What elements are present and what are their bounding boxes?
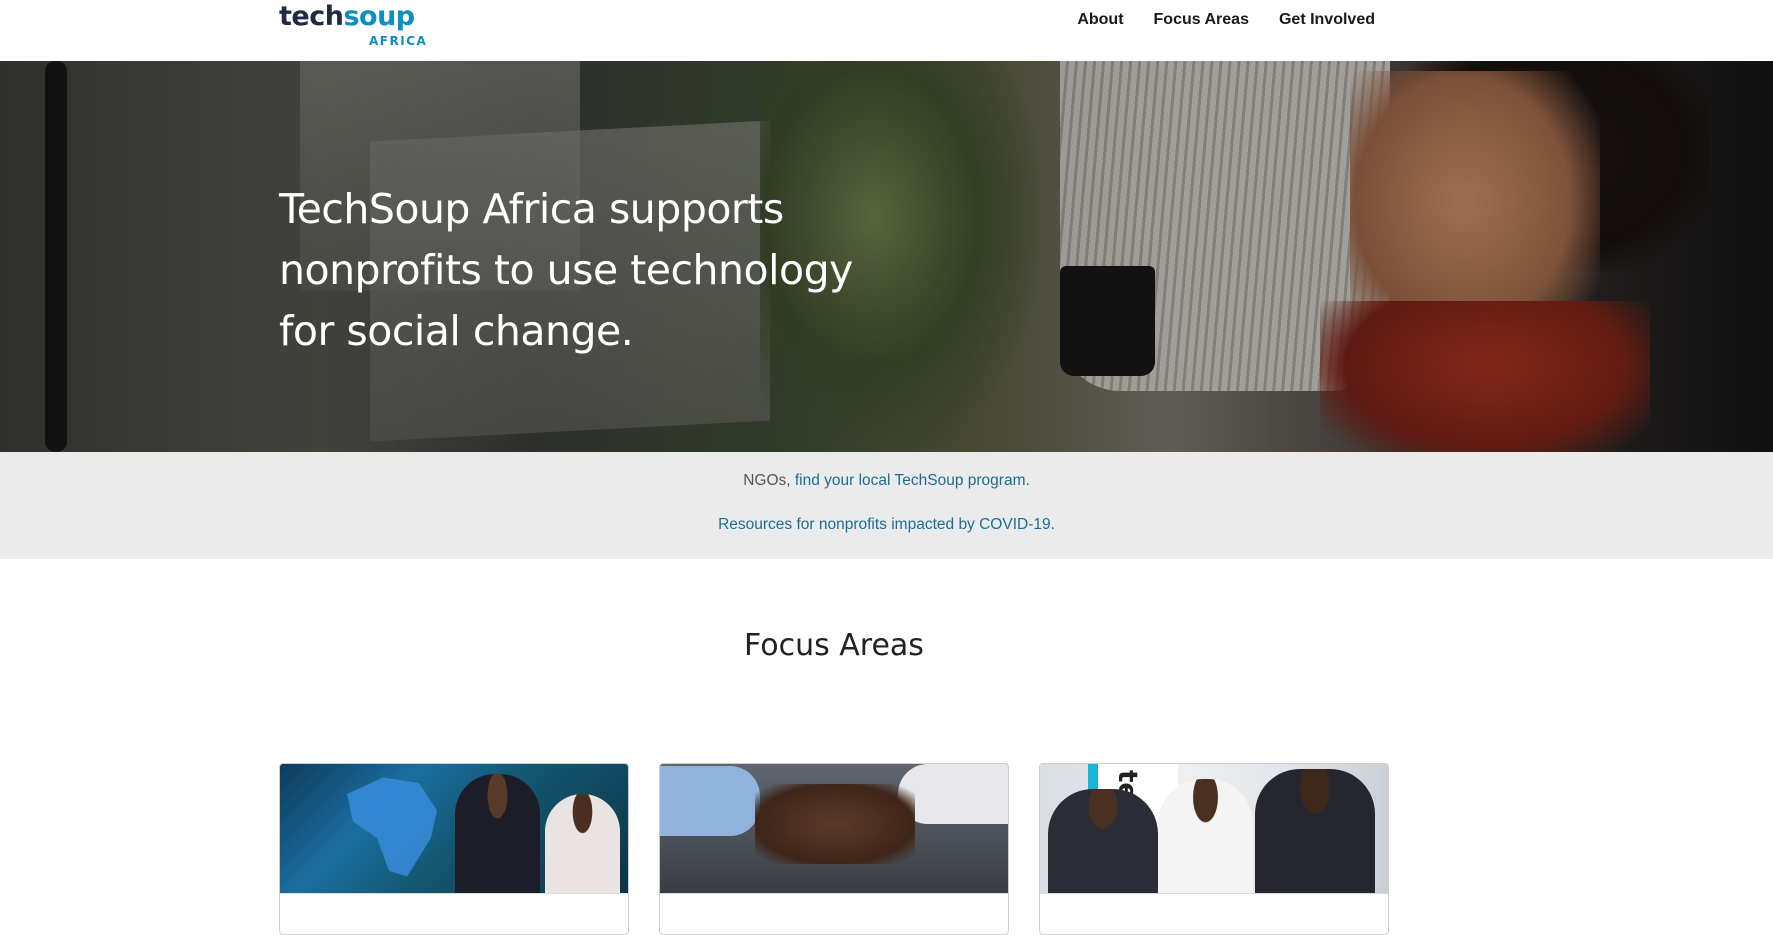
notice-line-ngos: NGOs, find your local TechSoup program.	[0, 472, 1773, 490]
notice-line-covid: Resources for nonprofits impacted by COV…	[0, 516, 1773, 534]
hero-banner: TechSoup Africa supports nonprofits to u…	[0, 61, 1773, 452]
notice-band: NGOs, find your local TechSoup program. …	[0, 452, 1773, 559]
nav-get-involved[interactable]: Get Involved	[1279, 11, 1375, 29]
focus-card-1-image	[280, 764, 628, 894]
focus-card-1[interactable]	[279, 763, 629, 935]
focus-card-2[interactable]	[659, 763, 1009, 935]
person-figure	[1158, 779, 1253, 893]
find-local-program-link[interactable]: find your local TechSoup program.	[795, 472, 1030, 489]
nav-about[interactable]: About	[1077, 11, 1123, 29]
handshake-graphic	[755, 784, 915, 864]
main-nav: About Focus Areas Get Involved	[1077, 11, 1375, 29]
notice-prefix: NGOs,	[743, 472, 795, 489]
focus-card-2-image	[660, 764, 1008, 894]
logo-region: AFRICA	[369, 34, 428, 48]
africa-map-graphic	[347, 777, 437, 877]
person-figure	[1048, 789, 1158, 893]
focus-card-3[interactable]: techs	[1039, 763, 1389, 935]
nav-focus-areas[interactable]: Focus Areas	[1154, 11, 1249, 29]
sleeve-left	[660, 766, 760, 836]
logo-soup: soup	[343, 1, 415, 32]
covid-resources-link[interactable]: Resources for nonprofits impacted by COV…	[718, 516, 1055, 533]
focus-card-3-image: techs	[1040, 764, 1388, 894]
logo-wordmark: techsoup	[279, 2, 415, 32]
site-header: techsoup AFRICA About Focus Areas Get In…	[0, 0, 1773, 61]
person-figure	[455, 774, 540, 893]
hero-headline: TechSoup Africa supports nonprofits to u…	[279, 185, 853, 355]
person-figure	[545, 794, 620, 893]
logo-tech: tech	[279, 1, 344, 32]
techsoup-africa-logo[interactable]: techsoup AFRICA	[279, 2, 429, 50]
focus-areas-title: Focus Areas	[744, 628, 924, 663]
person-figure	[1255, 769, 1375, 893]
